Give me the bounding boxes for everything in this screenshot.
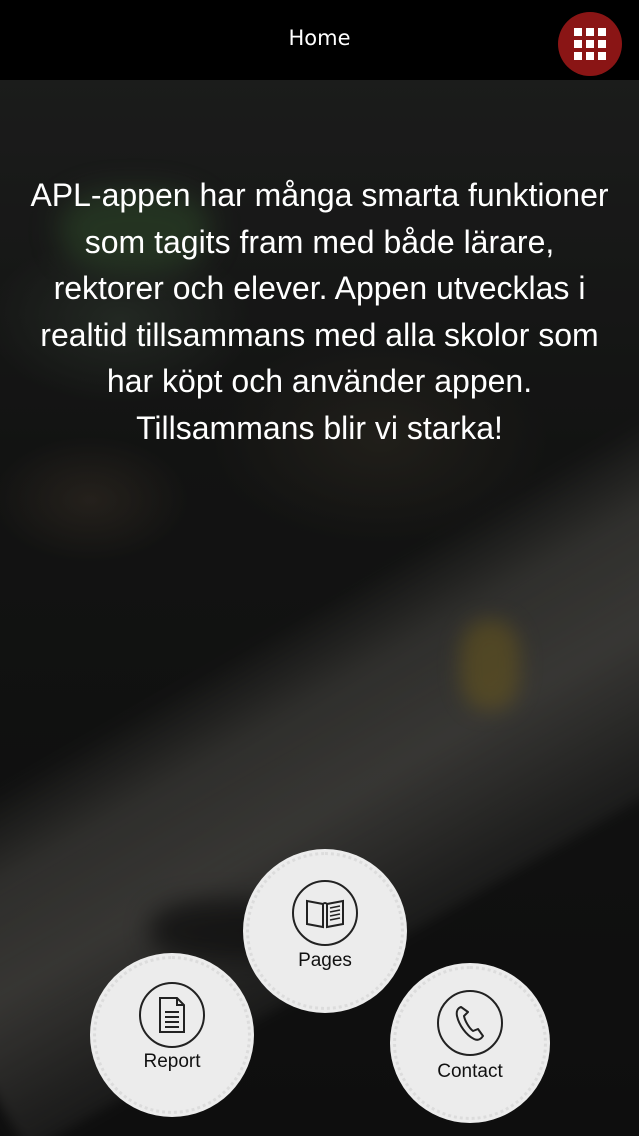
grid-icon: [574, 28, 606, 60]
page-title: Home: [288, 26, 351, 50]
document-icon: [139, 982, 205, 1048]
pages-label: Pages: [298, 950, 352, 971]
contact-button[interactable]: Contact: [393, 966, 547, 1120]
intro-text: APL-appen har många smarta funktioner so…: [30, 177, 609, 446]
contact-label: Contact: [437, 1061, 503, 1082]
book-icon: [292, 880, 358, 946]
pages-button[interactable]: Pages: [246, 852, 404, 1010]
top-bar: Home: [0, 0, 639, 80]
menu-button[interactable]: [558, 12, 622, 76]
report-button[interactable]: Report: [93, 956, 251, 1114]
report-label: Report: [143, 1051, 201, 1072]
phone-icon: [437, 990, 503, 1056]
